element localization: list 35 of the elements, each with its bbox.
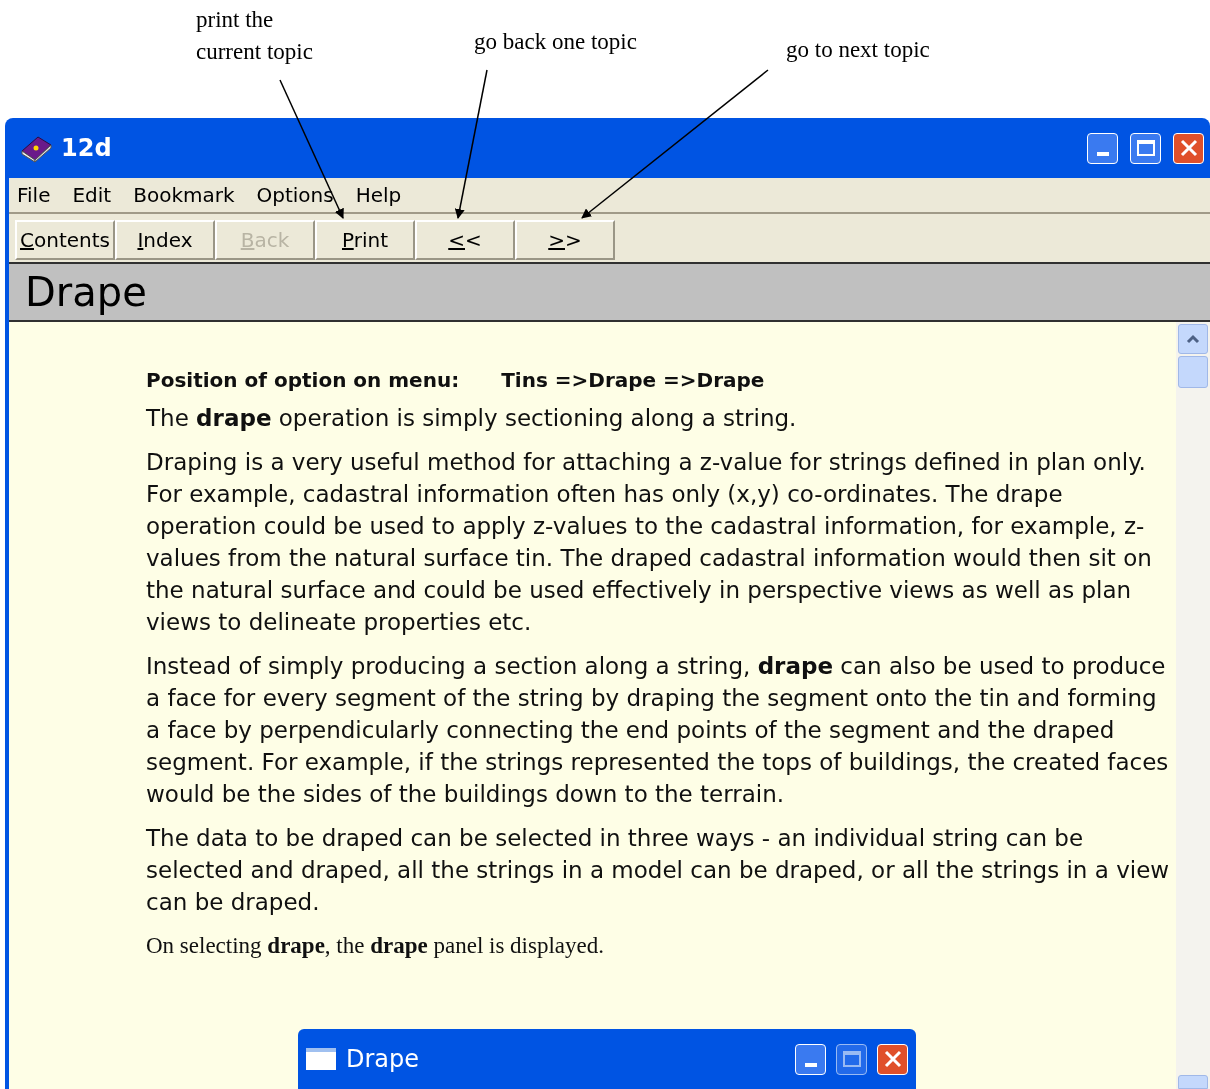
close-button[interactable] [1173, 132, 1204, 164]
toolbar-button[interactable]: >> [515, 220, 615, 260]
chevron-up-icon [1186, 334, 1200, 344]
annotation-text: print the current topic [196, 6, 313, 66]
close-icon [883, 1050, 902, 1068]
window-icon [306, 1048, 336, 1070]
menu-path: Tins =>Drape =>Drape [501, 367, 765, 394]
annotation-text: go to next topic [786, 36, 930, 64]
menu-item[interactable]: File [17, 180, 51, 210]
toolbar-button[interactable]: Print [315, 220, 415, 260]
body-paragraph: The drape operation is simply sectioning along a string. [146, 404, 798, 433]
scrollbar[interactable] [1176, 322, 1210, 1089]
window-title: 12d [61, 133, 112, 164]
body-paragraph: On selecting drape, the drape panel is displayed. [146, 932, 605, 960]
minimize-button[interactable] [1087, 132, 1118, 164]
topic-title: Drape [25, 268, 147, 317]
menu-item[interactable]: Help [355, 180, 402, 210]
window-title: Drape [346, 1044, 421, 1075]
close-button[interactable] [877, 1043, 908, 1075]
maximize-button[interactable] [1130, 132, 1161, 164]
minimize-button[interactable] [795, 1043, 826, 1075]
annotation-text: go back one topic [474, 28, 637, 56]
body-paragraph: Draping is a very useful method for attaching a z-value for strings defined in plan only. For example, cadastral information often has only (x,y) co-ordinates. The drape operation could be used to apply z-values to the cadastral information, for example, z-values from the natural surface tin. The draped cadastral information would then sit on the natural surface and could be used effectively in perspective views as well as plan views to delineate properties etc. [146, 448, 1153, 637]
scroll-up-button[interactable] [1178, 324, 1208, 354]
scroll-thumb[interactable] [1178, 356, 1208, 388]
menu-item[interactable]: Bookmark [133, 180, 235, 210]
toolbar-button[interactable]: Contents [15, 220, 115, 260]
close-icon [1179, 139, 1198, 157]
menu-item[interactable]: Options [256, 180, 334, 210]
body-paragraph: Instead of simply producing a section along a string, drape can also be used to produce a face for every segment of the string by draping the segment onto the tin and forming a face by perpendicularly connecting the end points of the segment and the draped segment. For example, if the strings represented the tops of buildings, the created faces would be the sides of the buildings down to the terrain. [146, 652, 1170, 809]
menu-item[interactable]: Edit [72, 180, 112, 210]
menu-position-label: Position of option on menu: [146, 367, 460, 394]
body-paragraph: The data to be draped can be selected in three ways - an individual string can be selected and draped, all the strings in a model can be draped, or all the strings in a view can be draped. [146, 824, 1171, 917]
toolbar-button[interactable]: << [415, 220, 515, 260]
toolbar-button[interactable]: Index [115, 220, 215, 260]
